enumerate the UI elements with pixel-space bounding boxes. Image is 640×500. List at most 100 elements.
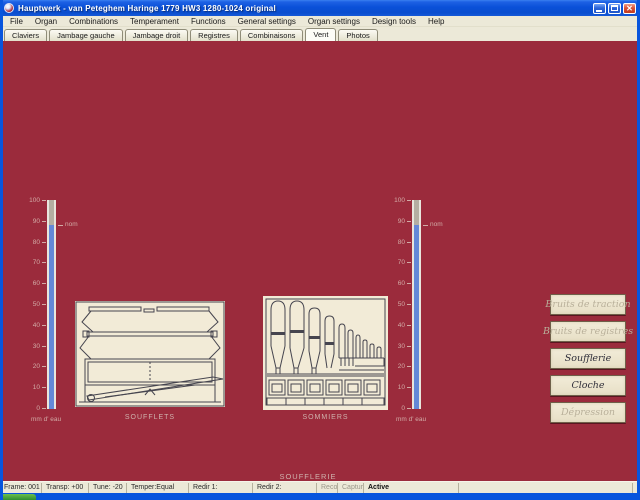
gauge-tick-mark <box>42 262 46 263</box>
status-record: Record <box>316 483 337 493</box>
tab-registres[interactable]: Registres <box>190 29 238 41</box>
status-redir-1: Redir 1: <box>188 483 252 493</box>
gauge-tick-mark <box>407 262 411 263</box>
gauge-fill <box>49 200 54 409</box>
tab-claviers[interactable]: Claviers <box>4 29 47 41</box>
gauge-tick-label: 20 <box>25 363 40 370</box>
wind-gauge-right: 1009080706050403020100nommm d' eau <box>390 198 468 430</box>
tab-jambage-gauche[interactable]: Jambage gauche <box>49 29 123 41</box>
menu-item-temperament[interactable]: Temperament <box>124 16 185 27</box>
gauge-tick-mark <box>407 304 411 305</box>
gauge-tick-mark <box>407 283 411 284</box>
maximize-button[interactable] <box>608 3 621 14</box>
gauge-nominal-mark <box>58 225 63 226</box>
gauge-fill <box>414 200 419 409</box>
gauge-tick-mark <box>42 387 46 388</box>
stop-button-bruits-de-traction[interactable]: Bruits de traction <box>550 294 626 315</box>
hauptwerk-app-icon <box>4 3 14 13</box>
gauge-tick-label: 70 <box>25 259 40 266</box>
status-tune-20: Tune: -20 <box>88 483 126 493</box>
gauge-tick-label: 50 <box>25 301 40 308</box>
gauge-tick-mark <box>407 408 411 409</box>
close-icon: ✕ <box>624 4 635 13</box>
gauge-tick-mark <box>42 242 46 243</box>
stop-button-de-pression[interactable]: Dépression <box>550 402 626 423</box>
stop-button-bruits-de-registres[interactable]: Bruits de registres <box>550 321 626 342</box>
gauge-tick-label: 20 <box>390 363 405 370</box>
gauge-nominal-label: nom <box>430 221 443 228</box>
gauge-tick-mark <box>407 325 411 326</box>
gauge-tick-mark <box>42 366 46 367</box>
sommiers-drawing <box>263 296 388 410</box>
gauge-tick-mark <box>407 346 411 347</box>
gauge-tick-label: 30 <box>25 343 40 350</box>
menu-item-organ[interactable]: Organ <box>29 16 63 27</box>
gauge-tick-label: 60 <box>25 280 40 287</box>
menu-item-functions[interactable]: Functions <box>185 16 232 27</box>
gauge-tick-mark <box>407 221 411 222</box>
tab-vent[interactable]: Vent <box>305 28 336 41</box>
gauge-tick-label: 0 <box>390 405 405 412</box>
status-spacer <box>458 483 632 493</box>
gauge-tube <box>412 200 421 409</box>
gauge-tick-mark <box>407 242 411 243</box>
gauge-tick-label: 90 <box>25 218 40 225</box>
tab-photos[interactable]: Photos <box>338 29 377 41</box>
menu-item-design-tools[interactable]: Design tools <box>366 16 422 27</box>
gauge-tick-label: 100 <box>390 197 405 204</box>
page-title: SOUFFLERIE <box>233 472 383 481</box>
maximize-icon <box>611 5 618 11</box>
status-transp-00: Transp: +00 <box>41 483 88 493</box>
minimize-icon <box>596 10 602 12</box>
minimize-button[interactable] <box>593 3 606 14</box>
soufflets-caption: SOUFFLETS <box>75 414 225 421</box>
status-redir-2: Redir 2: <box>252 483 316 493</box>
taskbar-start-sliver[interactable] <box>0 494 36 500</box>
gauge-tube <box>47 200 56 409</box>
tab-combinaisons[interactable]: Combinaisons <box>240 29 304 41</box>
gauge-unit-label: mm d' eau <box>31 416 61 423</box>
menu-item-help[interactable]: Help <box>422 16 450 27</box>
gauge-tick-mark <box>42 283 46 284</box>
menu-item-organ-settings[interactable]: Organ settings <box>302 16 366 27</box>
gauge-tick-mark <box>42 325 46 326</box>
gauge-tick-label: 100 <box>25 197 40 204</box>
status-capture: Capture <box>337 483 363 493</box>
gauge-nominal-label: nom <box>65 221 78 228</box>
gauge-tick-mark <box>42 304 46 305</box>
gauge-tick-mark <box>42 346 46 347</box>
gauge-tick-label: 90 <box>390 218 405 225</box>
gauge-tick-label: 40 <box>390 322 405 329</box>
close-button[interactable]: ✕ <box>623 3 636 14</box>
gauge-tick-label: 10 <box>25 384 40 391</box>
menu-item-file[interactable]: File <box>4 16 29 27</box>
gauge-nominal-mark <box>423 225 428 226</box>
title-bar[interactable]: Hauptwerk - van Peteghem Haringe 1779 HW… <box>0 0 640 16</box>
window-bottom-frame <box>0 493 640 500</box>
gauge-tick-mark <box>42 200 46 201</box>
gauge-tick-label: 80 <box>25 239 40 246</box>
gauge-tick-label: 50 <box>390 301 405 308</box>
gauge-tick-mark <box>407 387 411 388</box>
status-active: Active <box>363 483 458 493</box>
stop-button-soufflerie[interactable]: Soufflerie <box>550 348 626 369</box>
gauge-tick-label: 80 <box>390 239 405 246</box>
tab-jambage-droit[interactable]: Jambage droit <box>125 29 189 41</box>
menu-bar: FileOrganCombinationsTemperamentFunction… <box>0 16 640 27</box>
gauge-tick-mark <box>407 366 411 367</box>
gauge-unit-label: mm d' eau <box>396 416 426 423</box>
status-bar: Frame: 001Transp: +00Tune: -20Temper:Equ… <box>0 481 640 493</box>
window-title: Hauptwerk - van Peteghem Haringe 1779 HW… <box>18 4 591 13</box>
menu-item-general-settings[interactable]: General settings <box>232 16 302 27</box>
stop-button-stack: Bruits de traction Bruits de registres Sou… <box>550 294 626 429</box>
stop-button-cloche[interactable]: Cloche <box>550 375 626 396</box>
status-frame-001: Frame: 001 <box>0 483 41 493</box>
gauge-tick-mark <box>42 221 46 222</box>
tab-bar: ClaviersJambage gaucheJambage droitRegis… <box>0 27 640 41</box>
gauge-tick-label: 10 <box>390 384 405 391</box>
gauge-tick-label: 0 <box>25 405 40 412</box>
sommiers-caption: SOMMIERS <box>263 414 388 421</box>
menu-item-combinations[interactable]: Combinations <box>63 16 124 27</box>
soufflets-drawing <box>75 301 225 407</box>
gauge-tick-label: 30 <box>390 343 405 350</box>
